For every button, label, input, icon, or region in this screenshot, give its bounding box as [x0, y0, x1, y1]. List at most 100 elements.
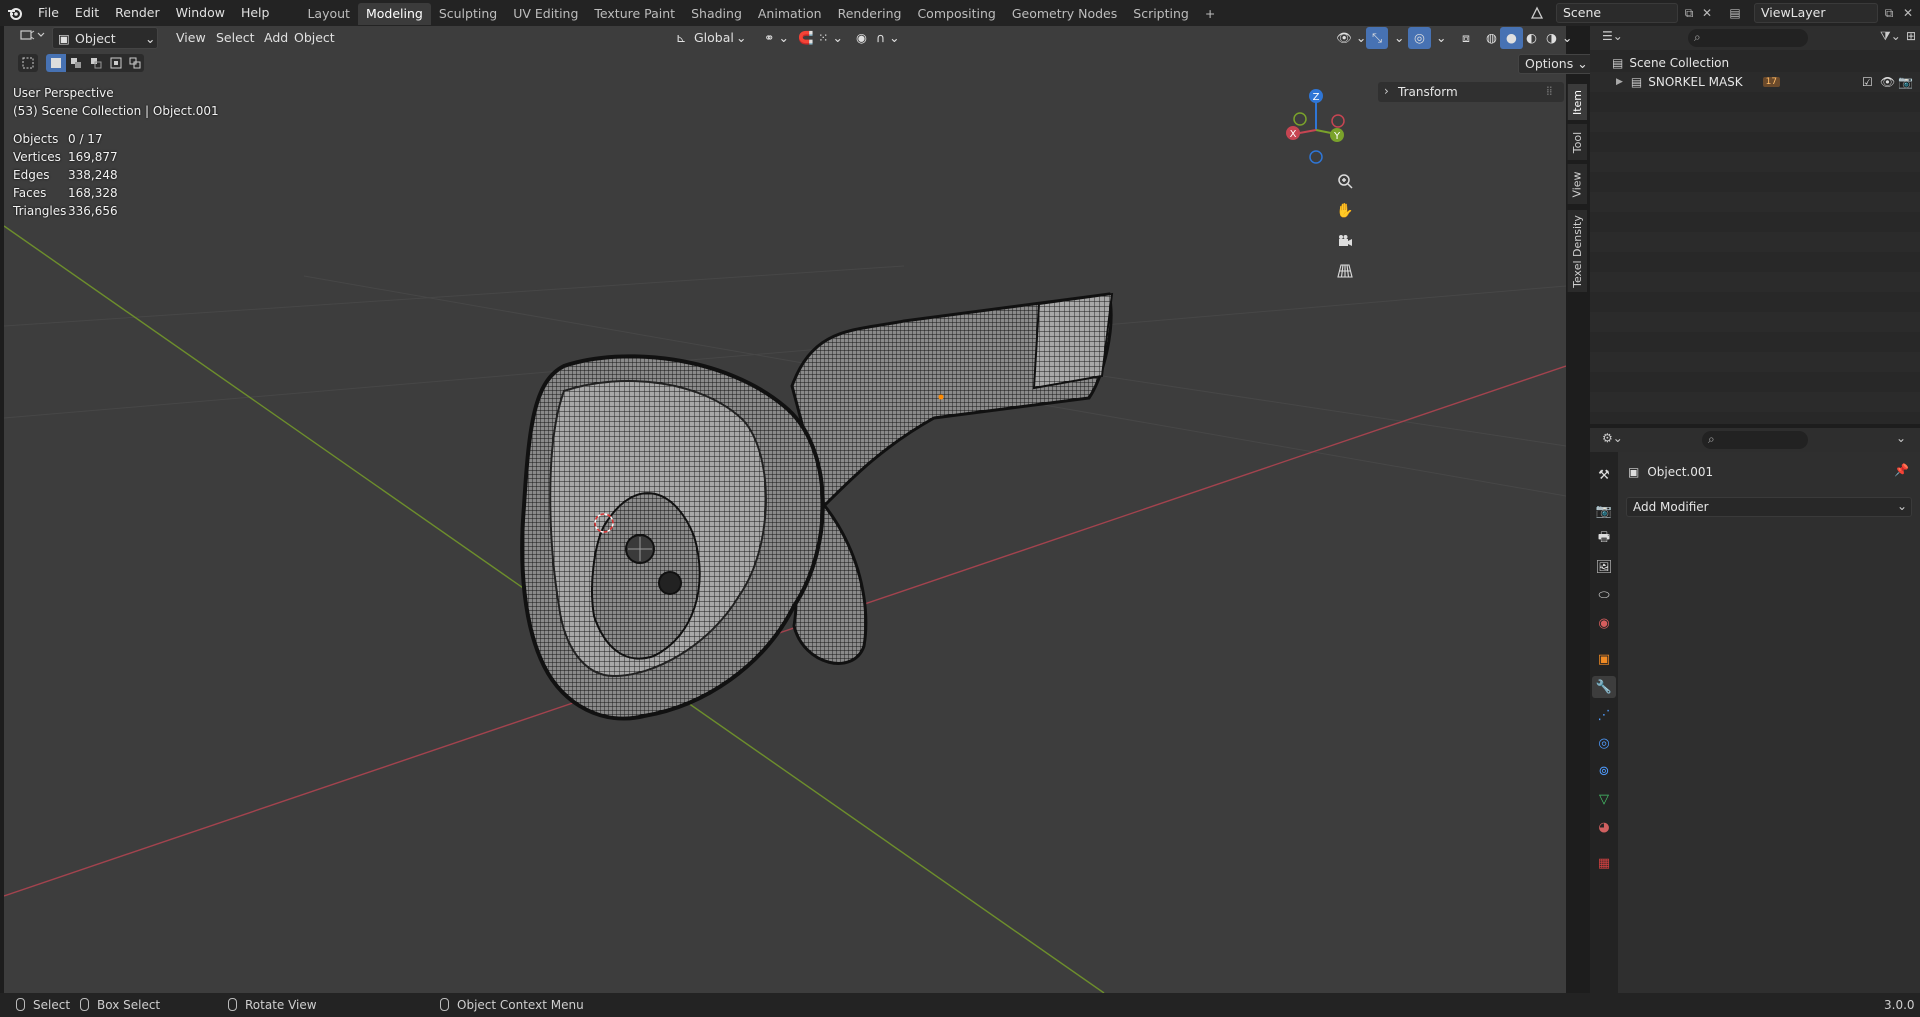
subtract-selection-icon[interactable] [86, 54, 106, 72]
mode-dropdown[interactable]: ▣ Object Mode ⌄ [52, 27, 158, 68]
outliner-header: ☰⌄ ⌕ ⧩⌄ ⊞ [1590, 26, 1920, 50]
outliner-row-bg [1590, 112, 1920, 132]
add-workspace-button[interactable]: + [1197, 3, 1223, 25]
menu-select[interactable]: Select [210, 27, 261, 49]
overlays-options-icon[interactable]: ⌄ [1430, 27, 1452, 49]
intersect-selection-icon[interactable] [126, 54, 144, 72]
perspective-toggle-icon[interactable] [1332, 258, 1358, 284]
tab-view[interactable]: View [1567, 164, 1587, 204]
drag-handle-icon[interactable]: ⁞⁞ [1546, 84, 1553, 98]
xray-toggle-icon[interactable]: ⧈ [1456, 27, 1476, 49]
pivot-point-icon[interactable]: ⚭ ⌄ [758, 27, 795, 49]
chevron-down-icon: ⌄ [736, 30, 747, 45]
outliner-editor-type-icon[interactable]: ☰⌄ [1602, 29, 1623, 43]
snap-target-icon[interactable]: ⁙ ⌄ [812, 27, 849, 49]
tab-tool[interactable]: Tool [1567, 124, 1587, 160]
modifier-tab-icon[interactable]: 🔧 [1592, 676, 1616, 698]
tab-shading[interactable]: Shading [683, 3, 750, 25]
menu-view[interactable]: View [170, 27, 212, 49]
filter-icon[interactable]: ⧩⌄ [1880, 29, 1901, 44]
transform-panel-header[interactable]: › Transform ⁞⁞ [1378, 82, 1564, 102]
tab-animation[interactable]: Animation [750, 3, 830, 25]
tab-rendering[interactable]: Rendering [830, 3, 910, 25]
scene-field[interactable]: Scene [1556, 3, 1678, 23]
copy-scene-icon[interactable]: ⧉ [1680, 4, 1698, 22]
checkbox-icon[interactable]: ☑ [1862, 75, 1873, 89]
copy-view-layer-icon[interactable]: ⧉ [1880, 4, 1898, 22]
expand-arrow-icon[interactable]: ▶ [1616, 77, 1623, 87]
status-rotate-view: Rotate View [228, 993, 317, 1017]
properties-search-input[interactable]: ⌕ [1702, 431, 1808, 449]
scene-tab-icon[interactable]: ⬭ [1592, 584, 1616, 606]
chevron-down-icon: ⌄ [145, 31, 156, 46]
tab-layout[interactable]: Layout [299, 3, 358, 25]
view-layer-tab-icon[interactable]: 🖼 [1592, 556, 1616, 578]
navigation-gizmo[interactable]: Z Y X [1280, 84, 1352, 168]
menu-object[interactable]: Object [288, 27, 341, 49]
constraints-tab-icon[interactable]: ⊚ [1592, 760, 1616, 782]
menu-edit[interactable]: Edit [67, 0, 107, 26]
invert-selection-icon[interactable] [106, 54, 126, 72]
blender-logo-icon[interactable] [0, 0, 30, 26]
tab-uv-editing[interactable]: UV Editing [505, 3, 586, 25]
transform-orientation-dropdown[interactable]: ⊾ Global ⌄ [672, 27, 748, 49]
tab-texel-density[interactable]: Texel Density [1567, 210, 1587, 292]
camera-view-icon[interactable] [1332, 228, 1358, 254]
zoom-icon[interactable] [1332, 168, 1358, 194]
view-layer-icon[interactable]: ▤ [1726, 4, 1744, 22]
menu-window[interactable]: Window [168, 0, 233, 26]
world-tab-icon[interactable]: ◉ [1592, 612, 1616, 634]
options-dropdown[interactable]: Options ⌄ [1518, 54, 1595, 74]
outliner-search-input[interactable]: ⌕ [1688, 29, 1808, 47]
data-tab-icon[interactable]: ▽ [1592, 788, 1616, 810]
tool-tab-icon[interactable]: ⚒ [1592, 464, 1616, 486]
output-tab-icon[interactable]: 🖶 [1592, 528, 1616, 550]
menu-file[interactable]: File [30, 0, 67, 26]
snorkel-mask-model[interactable] [520, 292, 1114, 721]
add-modifier-dropdown[interactable]: Add Modifier ⌄ [1626, 497, 1912, 517]
shading-options-icon[interactable]: ⌄ [1556, 27, 1578, 49]
pan-hand-icon[interactable]: ✋ [1332, 198, 1358, 224]
camera-icon[interactable]: 📷 [1898, 75, 1913, 89]
eye-icon[interactable]: 👁 [1880, 75, 1895, 89]
menu-help[interactable]: Help [233, 0, 278, 26]
object-icon: ▣ [1628, 465, 1640, 479]
scene-icon[interactable] [1528, 4, 1546, 22]
falloff-icon[interactable]: ∩ ⌄ [870, 27, 906, 49]
tab-compositing[interactable]: Compositing [909, 3, 1003, 25]
tab-scripting[interactable]: Scripting [1125, 3, 1197, 25]
chevron-down-icon[interactable]: ⌄ [1896, 431, 1906, 445]
set-selection-icon[interactable] [46, 54, 66, 72]
pin-icon[interactable]: 📌 [1894, 463, 1909, 477]
particles-tab-icon[interactable]: ⋰ [1592, 704, 1616, 726]
outliner-item[interactable]: ▶ ▤ SNORKEL MASK 17 ☑ 👁 📷 [1612, 73, 1918, 91]
texture-tab-icon[interactable]: ▦ [1592, 852, 1616, 874]
view-layer-field[interactable]: ViewLayer [1754, 3, 1878, 23]
3d-viewport[interactable] [4, 26, 1566, 993]
extend-selection-icon[interactable] [66, 54, 86, 72]
material-tab-icon[interactable]: ◕ [1592, 816, 1616, 838]
gizmo-x-label: X [1290, 129, 1297, 140]
tab-texture-paint[interactable]: Texture Paint [586, 3, 683, 25]
close-scene-icon[interactable]: ✕ [1698, 4, 1716, 22]
object-tab-icon[interactable]: ▣ [1592, 648, 1616, 670]
overlays-toggle-icon[interactable]: ◎ [1408, 27, 1431, 49]
gizmo-toggle-icon[interactable]: ⤡ [1366, 27, 1389, 49]
physics-tab-icon[interactable]: ◎ [1592, 732, 1616, 754]
outliner-root-row[interactable]: ▤ Scene Collection [1612, 54, 1729, 72]
tab-geometry-nodes[interactable]: Geometry Nodes [1004, 3, 1125, 25]
render-tab-icon[interactable]: 📷 [1592, 500, 1616, 522]
editor-type-button[interactable] [14, 27, 54, 49]
collection-icon: ▤ [1612, 56, 1624, 70]
tab-item[interactable]: Item [1567, 84, 1587, 120]
close-view-layer-icon[interactable]: ✕ [1899, 4, 1917, 22]
stat-label: Faces [13, 186, 47, 200]
select-tool-icon[interactable] [18, 54, 38, 72]
outliner-row-bg [1590, 152, 1920, 172]
tab-modeling[interactable]: Modeling [357, 3, 431, 25]
chevron-down-icon: ⌄ [1897, 499, 1908, 513]
new-collection-icon[interactable]: ⊞ [1906, 29, 1916, 43]
tab-sculpting[interactable]: Sculpting [431, 3, 505, 25]
properties-editor-type-icon[interactable]: ⚙⌄ [1602, 431, 1623, 445]
menu-render[interactable]: Render [107, 0, 168, 26]
